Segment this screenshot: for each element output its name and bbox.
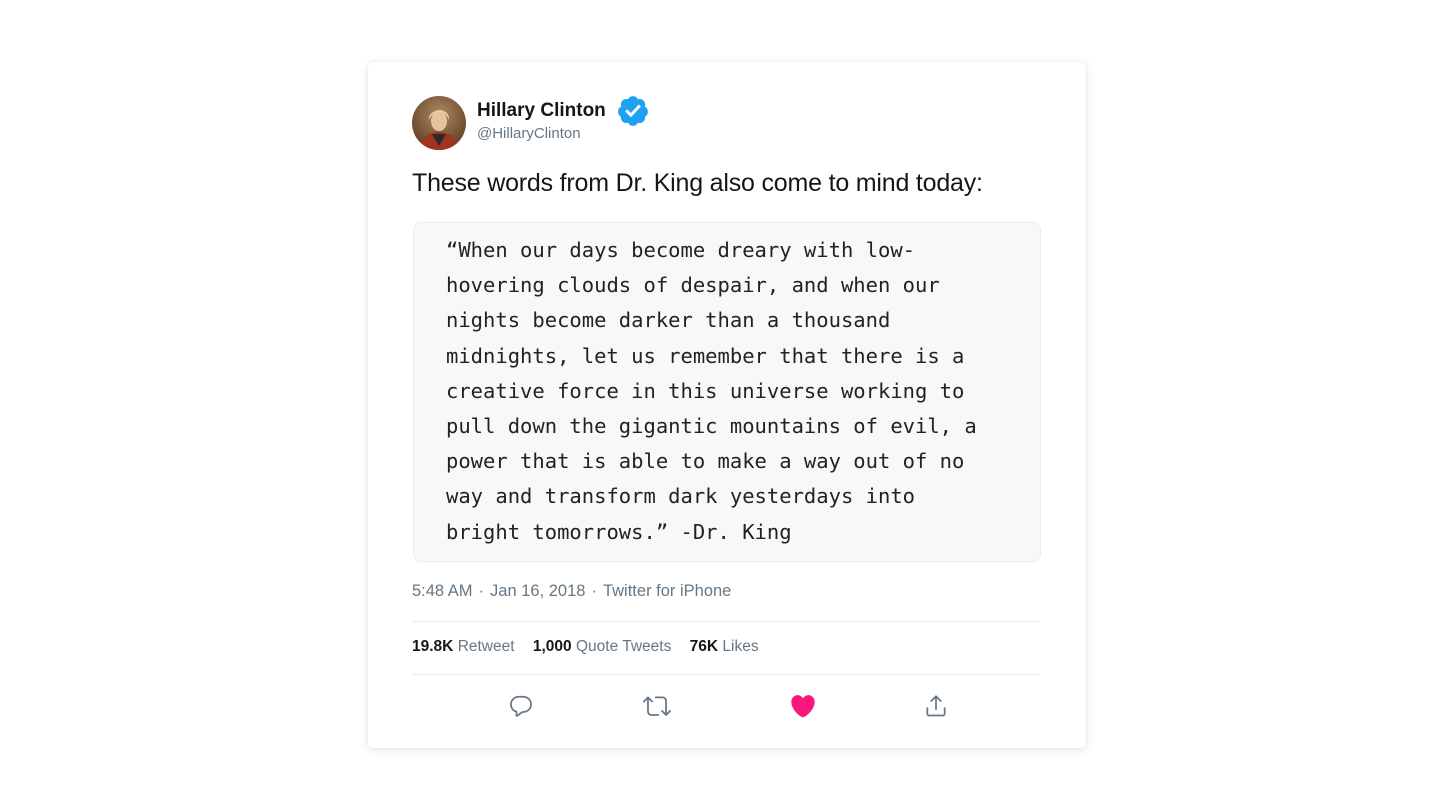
retweet-button[interactable]: [641, 690, 673, 722]
verified-badge-icon: [616, 94, 650, 128]
tweet-text: These words from Dr. King also come to m…: [412, 169, 983, 197]
author-names: Hillary Clinton @HillaryClinton: [477, 96, 650, 142]
likes-label: Likes: [722, 638, 759, 655]
tweet-time[interactable]: 5:48 AM: [412, 582, 473, 600]
meta-separator: ·: [478, 582, 485, 600]
share-icon: [926, 695, 946, 717]
quote-line: nights become darker than a thousand: [446, 308, 891, 333]
display-name-row: Hillary Clinton: [477, 96, 650, 126]
divider: [412, 621, 1040, 622]
quote-line: bright tomorrows.” -Dr. King: [446, 519, 792, 544]
tweet-stats: 19.8K Retweet 1,000 Quote Tweets 76K Lik…: [412, 638, 773, 656]
share-button[interactable]: [920, 690, 952, 722]
retweets-label: Retweet: [457, 638, 515, 655]
divider: [412, 674, 1040, 675]
tweet-actions: [368, 686, 1086, 726]
retweet-icon: [643, 696, 671, 716]
meta-separator: ·: [591, 582, 597, 600]
likes-stat[interactable]: 76K Likes: [690, 638, 759, 655]
reply-icon: [510, 695, 532, 717]
tweet-date[interactable]: Jan 16, 2018: [490, 582, 585, 600]
quote-line: “When our days become dreary with low-: [446, 238, 915, 262]
quotes-count: 1,000: [532, 638, 572, 655]
quote-line: creative force in this universe working …: [446, 378, 965, 403]
heart-icon: [791, 695, 815, 718]
tweet-card: Hillary Clinton @HillaryClinton These wo…: [368, 62, 1086, 748]
likes-count: 76K: [689, 638, 719, 655]
tweet-source[interactable]: Twitter for iPhone: [603, 582, 731, 600]
reply-button[interactable]: [505, 690, 537, 722]
retweets-stat[interactable]: 19.8K Retweet: [412, 638, 515, 655]
quote-line: pull down the gigantic mountains of evil…: [446, 414, 977, 439]
avatar[interactable]: [412, 96, 466, 150]
retweets-count: 19.8K: [412, 638, 454, 655]
tweet-meta: 5:48 AM · Jan 16, 2018 · Twitter for iPhone: [412, 582, 731, 601]
like-button[interactable]: [787, 690, 819, 722]
quote-box: “When our days become dreary with low- h…: [413, 222, 1041, 562]
quote-line: way and transform dark yesterdays into: [446, 484, 915, 509]
display-name[interactable]: Hillary Clinton: [477, 100, 606, 122]
quote-text: “When our days become dreary with low- h…: [446, 233, 1036, 550]
quotes-stat[interactable]: 1,000 Quote Tweets: [533, 638, 671, 655]
quotes-label: Quote Tweets: [575, 638, 672, 655]
quote-line: midnights, let us remember that there is…: [446, 343, 965, 368]
quote-line: power that is able to make a way out of …: [446, 449, 965, 474]
quote-line: hovering clouds of despair, and when our: [446, 273, 940, 298]
profile-photo: [412, 96, 466, 150]
